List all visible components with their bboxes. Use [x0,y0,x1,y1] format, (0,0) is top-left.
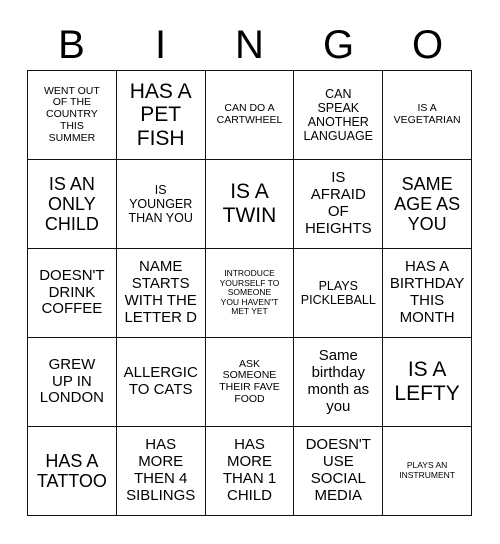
bingo-cell-r4c2[interactable]: ALLERGIC TO CATS [116,338,206,427]
bingo-cell-label: SAME AGE AS YOU [394,173,461,235]
bingo-header-letter-b: B [58,23,85,67]
bingo-cell-label: DOESN'T DRINK COFFEE [39,266,105,318]
bingo-cell-r5c4[interactable]: DOESN'T USE SOCIAL MEDIA [294,427,384,516]
bingo-cell-r1c1[interactable]: WENT OUT OF THE COUNTRY THIS SUMMER [28,71,117,160]
bingo-cell-label: IS A LEFTY [394,358,460,405]
bingo-cell-label: HAS A PET FISH [129,79,192,150]
bingo-cell-r1c4[interactable]: CAN SPEAK ANOTHER LANGUAGE [294,71,384,160]
bingo-cell-r4c1[interactable]: GREW UP IN LONDON [28,338,117,427]
bingo-cell-r5c2[interactable]: HAS MORE THEN 4 SIBLINGS [116,427,206,516]
bingo-cell-r3c5[interactable]: HAS A BIRTHDAY THIS MONTH [383,249,472,338]
bingo-cell-r3c1[interactable]: DOESN'T DRINK COFFEE [28,249,117,338]
bingo-card: B I N G O WENT OUT OF THE COUNTRY THIS S… [0,0,500,544]
bingo-header: B I N G O [27,20,472,70]
bingo-cell-r5c1[interactable]: HAS A TATTOO [28,427,117,516]
bingo-cell-label: HAS A TATTOO [36,450,107,491]
bingo-cell-label: PLAYS PICKLEBALL [300,279,376,307]
bingo-cell-label: NAME STARTS WITH THE LETTER D [124,258,197,326]
bingo-cell-r4c5[interactable]: IS A LEFTY [383,338,472,427]
bingo-cell-label: HAS MORE THAN 1 CHILD [222,436,277,504]
bingo-cell-r4c4[interactable]: Same birthday month as you [294,338,384,427]
bingo-cell-label: ASK SOMEONE THEIR FAVE FOOD [219,357,280,405]
bingo-cell-r1c5[interactable]: IS A VEGETARIAN [383,71,472,160]
bingo-cell-label: CAN SPEAK ANOTHER LANGUAGE [303,87,374,143]
bingo-cell-r3c3[interactable]: INTRODUCE YOURSELF TO SOMEONE YOU HAVEN"… [205,249,295,338]
bingo-header-letter-n: N [235,23,264,67]
bingo-cell-r3c4[interactable]: PLAYS PICKLEBALL [294,249,384,338]
bingo-cell-label: PLAYS AN INSTRUMENT [399,460,455,480]
bingo-cell-label: WENT OUT OF THE COUNTRY THIS SUMMER [43,84,100,144]
bingo-header-letter-g: G [322,23,355,67]
bingo-cell-label: INTRODUCE YOURSELF TO SOMEONE YOU HAVEN"… [219,268,280,317]
bingo-cell-label: ALLERGIC TO CATS [123,364,198,398]
bingo-cell-label: IS AN ONLY CHILD [44,173,99,235]
bingo-cell-r2c1[interactable]: IS AN ONLY CHILD [28,160,117,249]
bingo-cell-r4c3[interactable]: ASK SOMEONE THEIR FAVE FOOD [205,338,295,427]
bingo-cell-r2c4[interactable]: IS AFRAID OF HEIGHTS [294,160,384,249]
bingo-header-letter-i: I [154,23,167,67]
bingo-cell-r3c2[interactable]: NAME STARTS WITH THE LETTER D [116,249,206,338]
bingo-cell-label: IS AFRAID OF HEIGHTS [304,169,372,237]
bingo-cell-label: IS A VEGETARIAN [393,102,461,126]
bingo-cell-r5c3[interactable]: HAS MORE THAN 1 CHILD [205,427,295,516]
bingo-cell-label: HAS MORE THEN 4 SIBLINGS [126,436,196,504]
bingo-grid: WENT OUT OF THE COUNTRY THIS SUMMER HAS A… [27,70,472,516]
bingo-cell-label: IS YOUNGER THAN YOU [128,183,193,225]
bingo-header-letter-o: O [411,23,444,67]
bingo-cell-label: CAN DO A CARTWHEEL [216,102,283,126]
bingo-cell-r1c3[interactable]: CAN DO A CARTWHEEL [205,71,295,160]
bingo-cell-r2c2[interactable]: IS YOUNGER THAN YOU [116,160,206,249]
bingo-cell-r2c5[interactable]: SAME AGE AS YOU [383,160,472,249]
bingo-cell-label: HAS A BIRTHDAY THIS MONTH [389,258,465,326]
bingo-cell-label: GREW UP IN LONDON [39,355,104,407]
bingo-cell-label: IS A TWIN [222,180,277,227]
bingo-cell-r2c3[interactable]: IS A TWIN [205,160,295,249]
bingo-cell-r1c2[interactable]: HAS A PET FISH [116,71,206,160]
bingo-cell-r5c5[interactable]: PLAYS AN INSTRUMENT [383,427,472,516]
bingo-cell-label: DOESN'T USE SOCIAL MEDIA [305,436,371,504]
bingo-cell-label: Same birthday month as you [307,347,370,415]
